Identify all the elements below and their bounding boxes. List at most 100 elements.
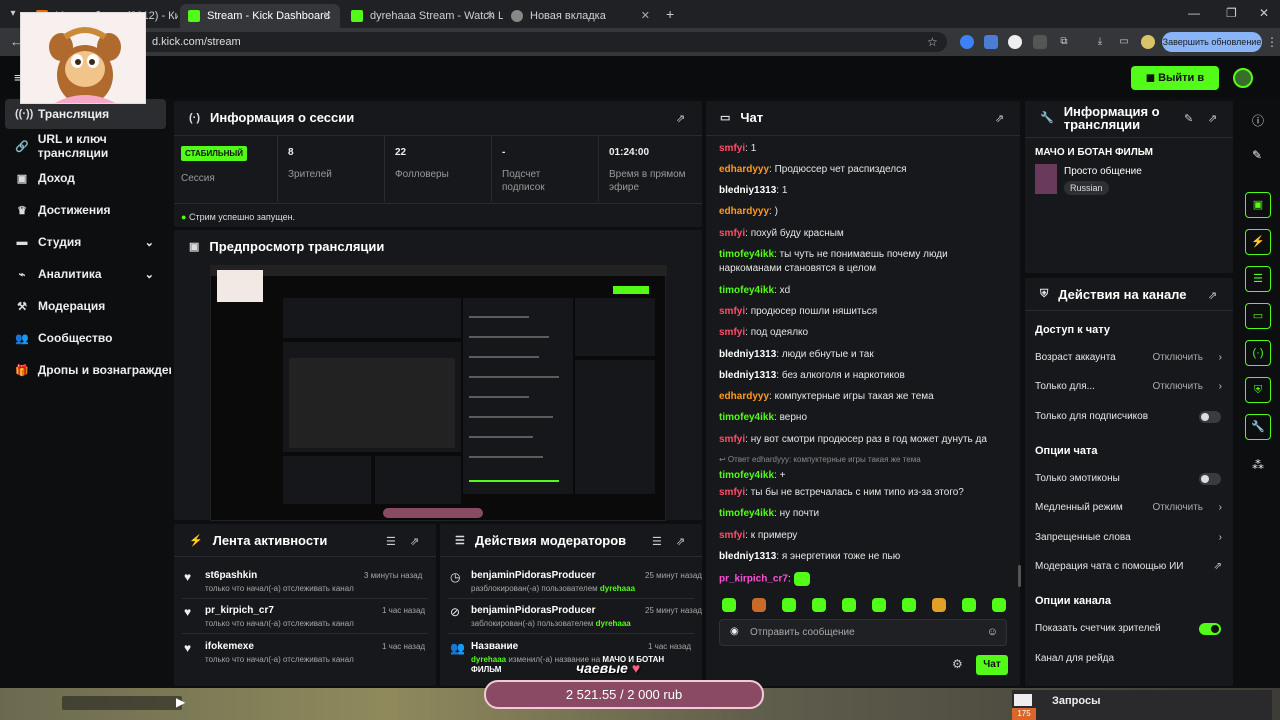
chat-username[interactable]: smfyi bbox=[719, 306, 745, 317]
close-window-icon[interactable]: ✕ bbox=[1259, 6, 1269, 20]
popout-icon[interactable]: ⇗ bbox=[676, 535, 685, 548]
ai-moderation-setting[interactable]: Модерация чата с помощью ИИ ⇗ bbox=[1035, 559, 1225, 575]
popout-icon[interactable]: ⇗ bbox=[995, 112, 1004, 125]
chat-username[interactable]: smfyi bbox=[719, 228, 745, 239]
update-browser-button[interactable]: Завершить обновление bbox=[1162, 32, 1262, 52]
raid-channel-setting[interactable]: Канал для рейда bbox=[1035, 651, 1225, 667]
popout-icon[interactable]: ⇗ bbox=[1208, 289, 1217, 302]
profile-icon[interactable] bbox=[1141, 35, 1155, 49]
filter-icon[interactable]: ☰ bbox=[386, 535, 396, 548]
emoji-icon[interactable]: ☺ bbox=[987, 626, 998, 638]
sidebar-item-drops[interactable]: 🎁Дропы и вознаграждения bbox=[5, 355, 171, 385]
chat-username[interactable]: smfyi bbox=[719, 487, 745, 498]
user-avatar[interactable] bbox=[1233, 68, 1253, 88]
add-widget-icon[interactable]: ⁂ bbox=[1252, 458, 1264, 472]
extension-icon[interactable] bbox=[1033, 35, 1047, 49]
rail-activity-icon[interactable]: ⚡ bbox=[1245, 229, 1271, 255]
account-age-setting[interactable]: Возраст аккаунта Отключить › bbox=[1035, 350, 1225, 366]
emote-icon[interactable] bbox=[812, 598, 826, 612]
filter-icon[interactable]: ☰ bbox=[652, 535, 662, 548]
sidebar-item-community[interactable]: 👥 Сообщество bbox=[5, 323, 166, 353]
slow-mode-setting[interactable]: Медленный режим Отключить › bbox=[1035, 500, 1225, 516]
chat-username[interactable]: smfyi bbox=[719, 143, 745, 154]
menu-dots-icon[interactable]: ⋮ bbox=[1266, 35, 1278, 49]
play-icon[interactable]: ▶ bbox=[176, 695, 185, 709]
chat-username[interactable]: bledniy1313 bbox=[719, 551, 776, 562]
show-viewer-count-toggle[interactable] bbox=[1199, 623, 1221, 635]
emote-icon[interactable] bbox=[752, 598, 766, 612]
chat-username[interactable]: timofey4ikk bbox=[719, 285, 774, 296]
gear-icon[interactable]: ⚙ bbox=[952, 657, 963, 671]
edit-pencil-icon[interactable]: ✎ bbox=[1252, 148, 1262, 162]
tab-kick-dashboard[interactable]: Stream - Kick Dashboard ✕ bbox=[180, 4, 340, 28]
edit-pencil-icon[interactable]: ✎ bbox=[1184, 112, 1193, 125]
emote-icon[interactable] bbox=[992, 598, 1006, 612]
chat-username[interactable]: smfyi bbox=[719, 434, 745, 445]
rail-shield-icon[interactable]: ⛨ bbox=[1245, 377, 1271, 403]
popout-icon[interactable]: ⇗ bbox=[410, 535, 419, 548]
tab-new[interactable]: Новая вкладка ✕ bbox=[503, 4, 658, 28]
url-input[interactable]: d.kick.com/stream bbox=[132, 32, 947, 52]
activity-username[interactable]: st6pashkin bbox=[205, 570, 257, 581]
only-for-setting[interactable]: Только для... Отключить › bbox=[1035, 379, 1225, 395]
rail-wrench-icon[interactable]: 🔧 bbox=[1245, 414, 1271, 440]
chat-username[interactable]: pr_kirpich_cr7 bbox=[719, 574, 788, 585]
sidebar-item-achievements[interactable]: ♛ Достижения bbox=[5, 195, 166, 225]
extension-icon[interactable] bbox=[960, 35, 974, 49]
chat-username[interactable]: timofey4ikk bbox=[719, 508, 774, 519]
emote-icon[interactable] bbox=[932, 598, 946, 612]
sidebar-item-studio[interactable]: ▬ Студия ⌄ bbox=[5, 227, 166, 257]
emote-icon[interactable] bbox=[962, 598, 976, 612]
close-tab-icon[interactable]: ✕ bbox=[323, 9, 332, 22]
banned-words-setting[interactable]: Запрещенные слова › bbox=[1035, 530, 1225, 546]
chat-username[interactable]: timofey4ikk bbox=[719, 470, 774, 481]
send-chat-button[interactable]: Чат bbox=[976, 655, 1008, 675]
chat-username[interactable]: bledniy1313 bbox=[719, 349, 776, 360]
emote-icon[interactable] bbox=[872, 598, 886, 612]
chat-username[interactable]: bledniy1313 bbox=[719, 185, 776, 196]
sidebar-item-analytics[interactable]: ⌁ Аналитика ⌄ bbox=[5, 259, 166, 289]
mod-action-username[interactable]: benjaminPidorasProducer bbox=[471, 605, 595, 616]
chat-username[interactable]: smfyi bbox=[719, 530, 745, 541]
popout-icon[interactable]: ⇗ bbox=[676, 112, 685, 125]
download-extension-icon[interactable] bbox=[984, 35, 998, 49]
emote-icon[interactable] bbox=[902, 598, 916, 612]
puzzle-icon[interactable]: ⧉ bbox=[1057, 35, 1071, 49]
mod-action-username[interactable]: benjaminPidorasProducer bbox=[471, 570, 595, 581]
tab-dyrehaaa-stream[interactable]: dyrehaaa Stream - Watch Live o ✕ bbox=[343, 4, 503, 28]
emote-icon[interactable] bbox=[842, 598, 856, 612]
chat-username[interactable]: edhardyyy bbox=[719, 164, 769, 175]
extension-icon[interactable] bbox=[1008, 35, 1022, 49]
sidebar-item-url-key[interactable]: 🔗 URL и ключ трансляции bbox=[5, 131, 166, 161]
rail-list-icon[interactable]: ☰ bbox=[1245, 266, 1271, 292]
rail-broadcast-icon[interactable]: (·) bbox=[1245, 340, 1271, 366]
chat-username[interactable]: bledniy1313 bbox=[719, 370, 776, 381]
go-live-button[interactable]: ◼ Выйти в эфир bbox=[1131, 66, 1219, 108]
chat-username[interactable]: edhardyyy bbox=[719, 391, 769, 402]
chat-username[interactable]: smfyi bbox=[719, 327, 745, 338]
emote-icon[interactable] bbox=[722, 598, 736, 612]
category-name[interactable]: Просто общение bbox=[1064, 166, 1142, 177]
activity-username[interactable]: pr_kirpich_cr7 bbox=[205, 605, 274, 616]
chat-username[interactable]: timofey4ikk bbox=[719, 412, 774, 423]
chat-username[interactable]: timofey4ikk bbox=[719, 249, 774, 260]
download-icon[interactable]: ⤓ bbox=[1093, 35, 1107, 49]
minimize-icon[interactable]: — bbox=[1188, 6, 1200, 20]
emote-icon[interactable] bbox=[782, 598, 796, 612]
bookmark-star-icon[interactable]: ☆ bbox=[927, 35, 938, 49]
tab-search-icon[interactable]: ▾ bbox=[6, 7, 20, 21]
popout-icon[interactable]: ⇗ bbox=[1208, 112, 1217, 125]
close-tab-icon[interactable]: ✕ bbox=[486, 9, 495, 22]
subs-only-toggle[interactable] bbox=[1199, 411, 1221, 423]
rail-chat-icon[interactable]: ▭ bbox=[1245, 303, 1271, 329]
stream-preview-video[interactable] bbox=[210, 265, 667, 521]
chat-scrollbar[interactable] bbox=[1018, 565, 1021, 587]
activity-username[interactable]: ifokemexe bbox=[205, 641, 254, 652]
chat-input[interactable]: ◉ Отправить сообщение ☺ bbox=[719, 619, 1007, 646]
chat-username[interactable]: edhardyyy bbox=[719, 206, 769, 217]
emotes-only-toggle[interactable] bbox=[1199, 473, 1221, 485]
sidebar-item-moderation[interactable]: ⚒ Модерация bbox=[5, 291, 166, 321]
sidebar-item-income[interactable]: ▣ Доход bbox=[5, 163, 166, 193]
maximize-icon[interactable]: ❐ bbox=[1226, 6, 1237, 20]
info-icon[interactable]: ⓘ bbox=[1252, 112, 1264, 129]
